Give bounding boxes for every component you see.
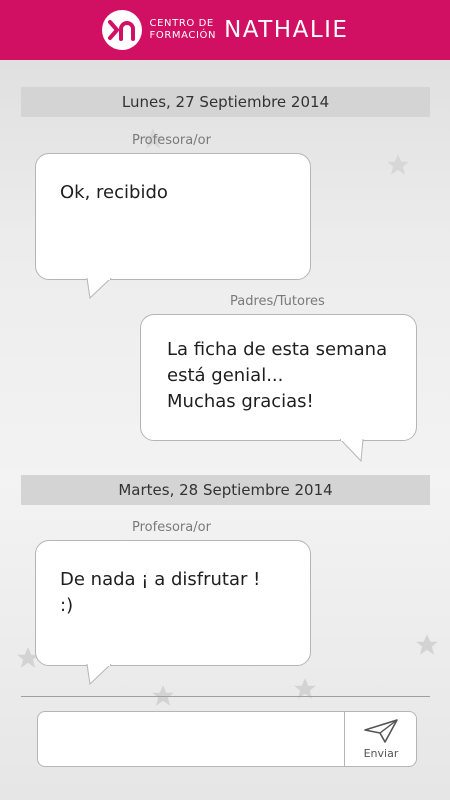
background-star-icon [387,154,409,175]
background-star-icon [416,634,438,655]
send-button[interactable]: Enviar [345,712,417,766]
brand-name: NATHALIE [224,17,349,43]
message-text: La ficha de esta semana está genial... M… [167,339,388,412]
composer-divider [21,696,430,697]
brand-subtitle-line1: CENTRO DE [149,18,214,29]
app-header: CENTRO DE FORMACIÓN NATHALIE [0,0,450,60]
brand-subtitle-line2: FORMACIÓN [149,30,217,41]
message-text: De nada ¡ a disfrutar ! :) [60,569,261,616]
send-label: Enviar [363,747,399,760]
message-bubble: De nada ¡ a disfrutar ! :) [35,540,311,666]
message-sender: Profesora/or [132,133,211,148]
date-separator: Lunes, 27 Septiembre 2014 [21,87,430,117]
message-sender: Profesora/or [132,520,211,535]
message-bubble: La ficha de esta semana está genial... M… [140,314,417,441]
bubble-tail [86,664,112,686]
message-composer: Enviar [37,711,417,767]
message-input[interactable] [38,712,344,766]
message-text: Ok, recibido [60,182,168,203]
paper-plane-icon [364,719,398,743]
background-star-icon [294,678,316,699]
message-bubble: Ok, recibido [35,153,311,280]
message-sender: Padres/Tutores [230,294,325,309]
bubble-tail [339,439,364,463]
brand-subtitle: CENTRO DE FORMACIÓN [150,18,217,42]
bubble-tail [86,278,112,300]
date-separator: Martes, 28 Septiembre 2014 [21,475,430,505]
logo-icon [101,10,142,50]
